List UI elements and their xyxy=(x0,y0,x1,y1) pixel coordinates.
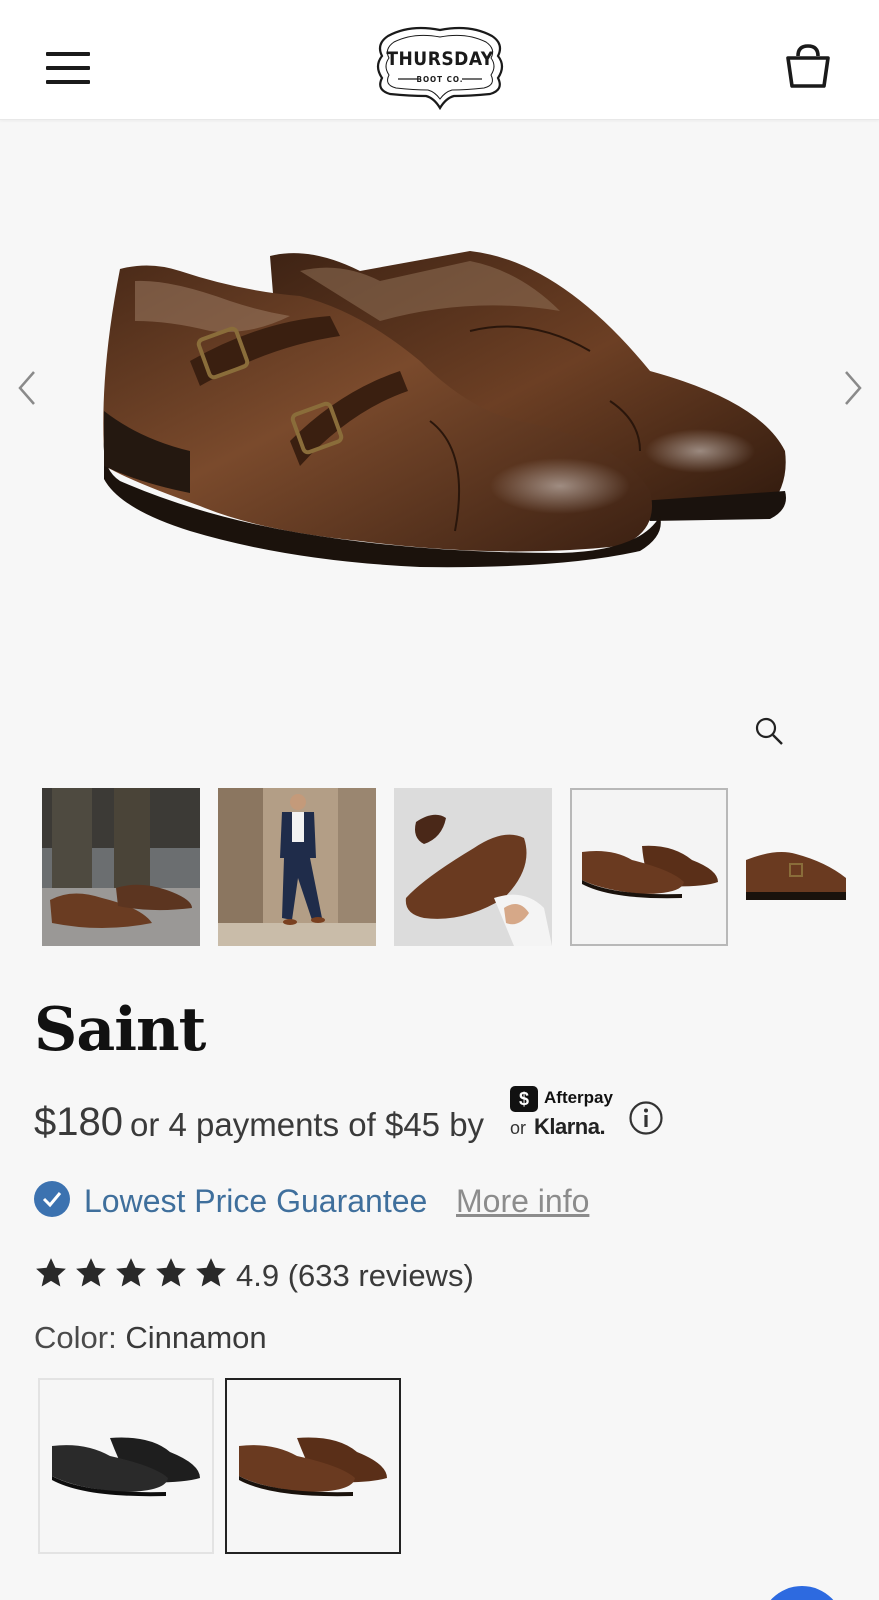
site-header: THURSDAY BOOT CO. xyxy=(0,0,879,120)
thumbnail-strip[interactable] xyxy=(42,788,847,948)
info-icon[interactable] xyxy=(628,1100,664,1136)
chat-widget-button[interactable] xyxy=(760,1586,844,1600)
color-value: Cinnamon xyxy=(125,1320,267,1355)
star-icon xyxy=(76,1258,106,1287)
klarna-label: Klarna. xyxy=(534,1114,606,1139)
color-label: Color: xyxy=(34,1320,117,1355)
thumbnail-on-foot-street[interactable] xyxy=(42,788,200,946)
zoom-magnifier-icon[interactable] xyxy=(752,714,786,748)
hamburger-menu-icon[interactable] xyxy=(46,48,92,86)
product-title: Saint xyxy=(34,995,206,1065)
next-image-arrow-icon[interactable] xyxy=(838,368,868,408)
previous-image-arrow-icon[interactable] xyxy=(12,368,42,408)
product-main-image[interactable] xyxy=(0,121,879,761)
logo-wordmark: THURSDAY xyxy=(386,48,494,70)
guarantee-label: Lowest Price Guarantee xyxy=(84,1183,428,1219)
check-badge-icon xyxy=(34,1181,70,1217)
product-price: $180 xyxy=(34,1100,123,1144)
shopping-bag-icon[interactable] xyxy=(782,40,834,92)
rating-text: 4.9 (633 reviews) xyxy=(236,1258,474,1293)
swatch-black[interactable] xyxy=(38,1378,214,1554)
or-label: or xyxy=(510,1118,527,1138)
swatch-cinnamon[interactable] xyxy=(225,1378,401,1554)
more-info-link[interactable]: More info xyxy=(456,1183,589,1220)
afterpay-icon: $ xyxy=(510,1086,538,1112)
star-icon xyxy=(196,1258,226,1287)
thursday-logo[interactable]: THURSDAY BOOT CO. xyxy=(370,22,510,111)
star-icon xyxy=(116,1258,146,1287)
installments-text: or 4 payments of $45 by xyxy=(130,1106,485,1143)
star-rating xyxy=(34,1256,234,1292)
thumbnail-shoe-in-hand[interactable] xyxy=(394,788,552,946)
thumbnail-single-side-view[interactable] xyxy=(746,788,847,946)
logo-subtitle: BOOT CO. xyxy=(416,75,464,84)
star-icon xyxy=(156,1258,186,1287)
color-selector-label: Color: Cinnamon xyxy=(34,1320,267,1356)
star-icon xyxy=(36,1258,66,1287)
thumbnail-model-navy-suit[interactable] xyxy=(218,788,376,946)
thumbnail-pair-side-view[interactable] xyxy=(570,788,728,946)
afterpay-label: Afterpay xyxy=(544,1088,613,1107)
